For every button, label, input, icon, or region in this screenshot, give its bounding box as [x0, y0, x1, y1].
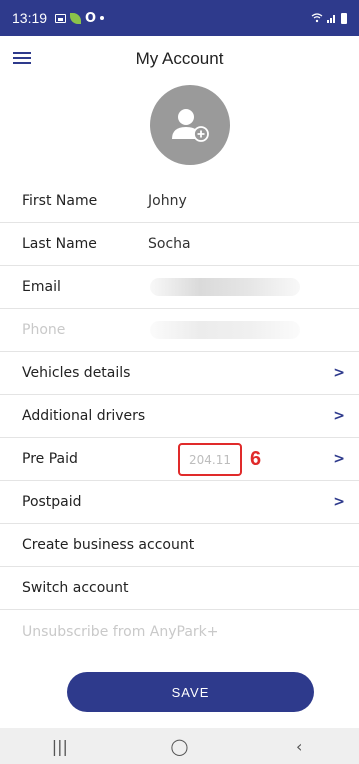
wifi-icon [311, 13, 323, 23]
pre-paid-value: 204.11 [189, 452, 231, 467]
email-value-redacted[interactable] [150, 278, 300, 296]
dot-icon [100, 16, 105, 20]
add-user-icon [172, 109, 209, 142]
chevron-right-icon: > [333, 451, 345, 467]
phone-label: Phone [22, 322, 66, 338]
image-icon [55, 13, 67, 23]
unsubscribe-row[interactable]: Unsubscribe from AnyPark+ [0, 610, 359, 653]
additional-drivers-label: Additional drivers [22, 408, 146, 424]
signal-icon [327, 15, 335, 23]
vehicles-details-row[interactable]: Vehicles details > [0, 352, 359, 395]
system-nav-bar: ||| ◯ ‹ [0, 728, 359, 764]
app-bar: My Account [0, 36, 359, 82]
postpaid-label: Postpaid [22, 494, 82, 510]
hamburger-menu-icon[interactable] [13, 51, 33, 67]
pre-paid-row[interactable]: Pre Paid 204.11 6 > [0, 438, 359, 481]
chevron-right-icon: > [333, 494, 345, 510]
unsubscribe-label: Unsubscribe from AnyPark+ [22, 623, 219, 640]
leaf-icon [70, 12, 82, 24]
phone-value-redacted[interactable] [150, 321, 300, 339]
home-icon[interactable]: ◯ [159, 731, 199, 761]
status-time: 13:19 [12, 10, 48, 26]
postpaid-row[interactable]: Postpaid > [0, 481, 359, 524]
first-name-label: First Name [22, 193, 98, 209]
status-right-icons [311, 12, 347, 24]
switch-account-label: Switch account [22, 580, 129, 596]
page-title: My Account [135, 49, 224, 68]
account-form: First Name Johny Last Name Socha Email P… [0, 180, 359, 653]
vehicles-details-label: Vehicles details [22, 365, 131, 381]
pre-paid-value-highlight: 204.11 [178, 443, 242, 476]
annotation-number: 6 [250, 448, 262, 470]
chevron-right-icon: > [333, 365, 345, 381]
switch-account-row[interactable]: Switch account [0, 567, 359, 610]
recents-icon[interactable]: ||| [40, 731, 80, 761]
first-name-value[interactable]: Johny [148, 193, 187, 209]
avatar[interactable] [150, 85, 230, 165]
last-name-label: Last Name [22, 236, 97, 252]
chevron-right-icon: > [333, 408, 345, 424]
additional-drivers-row[interactable]: Additional drivers > [0, 395, 359, 438]
o-icon: O [85, 10, 97, 26]
first-name-row[interactable]: First Name Johny [0, 180, 359, 223]
create-business-account-label: Create business account [22, 537, 195, 553]
create-business-account-row[interactable]: Create business account [0, 524, 359, 567]
email-label: Email [22, 279, 61, 295]
pre-paid-label: Pre Paid [22, 451, 78, 467]
save-button[interactable]: SAVE [67, 672, 314, 712]
status-bar: 13:19 O [0, 0, 359, 36]
battery-icon [341, 12, 347, 24]
email-row[interactable]: Email [0, 266, 359, 309]
phone-row[interactable]: Phone [0, 309, 359, 352]
status-left-icons: O [55, 10, 105, 26]
last-name-row[interactable]: Last Name Socha [0, 223, 359, 266]
back-icon[interactable]: ‹ [279, 731, 319, 761]
last-name-value[interactable]: Socha [148, 236, 191, 252]
